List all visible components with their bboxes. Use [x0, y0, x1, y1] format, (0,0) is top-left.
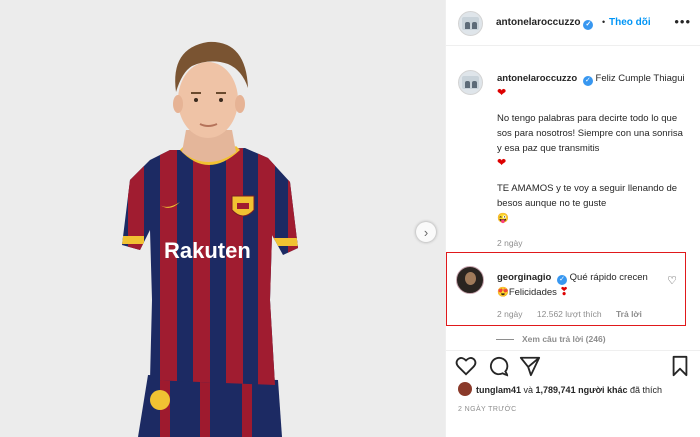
post-date[interactable]: 2 NGÀY TRƯỚC	[458, 406, 517, 413]
caption-paragraph-1: No tengo palabras para decirte todo lo q…	[497, 113, 683, 154]
liker-avatar[interactable]	[458, 382, 472, 396]
verified-badge-icon: ✓	[582, 76, 593, 86]
heart-eyes-emoji-icon: 😍	[497, 287, 509, 298]
reply-button[interactable]: Trả lời	[616, 309, 642, 319]
like-heart-icon[interactable]	[455, 355, 477, 377]
commenter-avatar[interactable]	[456, 266, 484, 294]
post-header: antonelaroccuzzo ✓ • Theo dõi •••	[446, 0, 700, 46]
share-send-icon[interactable]	[519, 355, 541, 377]
comment-text: georginagio ✓ Qué rápido crecen 😍Felicid…	[497, 270, 662, 300]
next-photo-button[interactable]: ›	[416, 222, 436, 242]
view-replies-link[interactable]: Xem câu trả lời (246)	[496, 334, 606, 344]
verified-badge-icon: ✓	[583, 20, 594, 30]
caption-text: antonelaroccuzzo ✓ Feliz Cumple Thiagui ❤…	[497, 71, 687, 226]
comment-body-2: Felicidades	[508, 287, 557, 298]
more-horizontal-icon[interactable]: •••	[674, 14, 691, 29]
author-avatar[interactable]	[458, 11, 483, 36]
chevron-right-icon: ›	[423, 224, 429, 240]
photo-boy-barcelona-jersey: Rakuten	[0, 0, 445, 437]
jersey-sponsor-text: Rakuten	[164, 238, 251, 263]
caption-paragraph-2: TE AMAMOS y te voy a seguir llenando de …	[497, 183, 678, 209]
author-username[interactable]: antonelaroccuzzo ✓	[496, 17, 594, 30]
comment-highlight-box: georginagio ✓ Qué rápido crecen 😍Felicid…	[446, 252, 686, 326]
caption-line1: Feliz Cumple Thiagui	[595, 73, 685, 84]
instagram-post: Rakuten › antonelaroccuzzo ✓ • Theo dõi •…	[0, 0, 700, 437]
heart-emoji-icon: ❤	[497, 157, 507, 169]
likes-suffix: đã thích	[627, 385, 663, 395]
likes-joiner: và	[521, 385, 536, 395]
post-action-bar	[445, 350, 700, 378]
comment-meta: 2 ngày 12.562 lượt thích Trả lời	[497, 309, 654, 319]
caption-time[interactable]: 2 ngày	[497, 238, 523, 248]
liker-username[interactable]: tunglam41	[476, 385, 521, 395]
comment-like-heart-icon[interactable]: ♡	[667, 274, 677, 287]
replies-line-icon	[496, 339, 514, 341]
comment-likes[interactable]: 12.562 lượt thích	[537, 309, 602, 319]
likes-summary: tunglam41 và 1,789,741 người khác đã thí…	[458, 382, 662, 396]
caption-username[interactable]: antonelaroccuzzo	[497, 73, 577, 84]
verified-badge-icon: ✓	[557, 275, 568, 285]
post-photo[interactable]: Rakuten ›	[0, 0, 445, 437]
comment-time[interactable]: 2 ngày	[497, 309, 523, 319]
follow-button[interactable]: Theo dõi	[609, 17, 651, 28]
heart-emoji-icon: ❤	[497, 87, 507, 99]
caption-avatar[interactable]	[458, 70, 483, 95]
commenter-username[interactable]: georginagio	[497, 272, 551, 283]
heart-exclamation-emoji-icon: ❣	[559, 286, 569, 298]
comment-bubble-icon[interactable]	[487, 355, 509, 377]
likes-count[interactable]: 1,789,741 người khác	[536, 385, 628, 395]
grin-emoji-icon: 😜	[497, 213, 509, 224]
separator-dot: •	[602, 17, 606, 27]
comment-body: Qué rápido crecen	[569, 272, 648, 283]
bookmark-icon[interactable]	[669, 355, 691, 377]
